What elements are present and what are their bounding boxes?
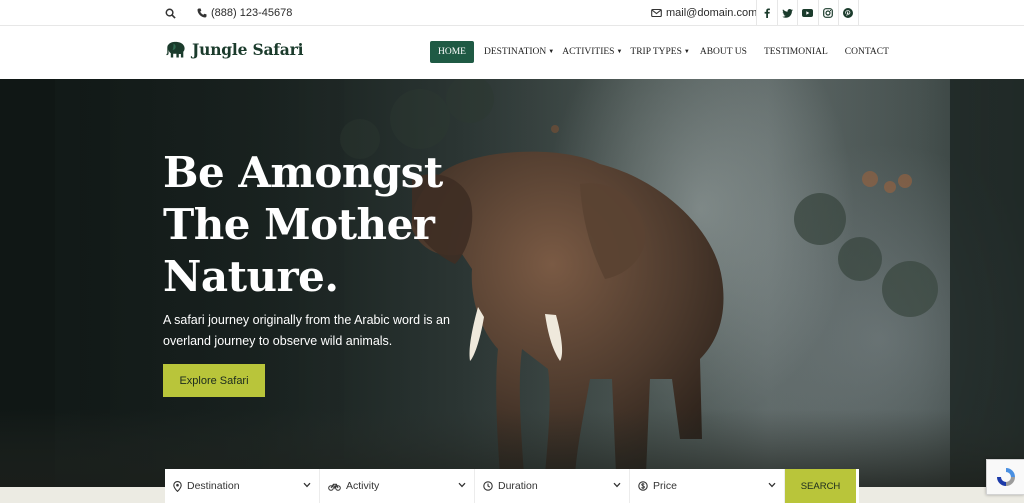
duration-label: Duration	[498, 480, 538, 492]
hero-title: Be Amongst The Mother Nature.	[163, 147, 483, 303]
nav-item-trip-types[interactable]: Trip Types ▼	[630, 47, 689, 57]
bicycle-icon	[328, 483, 341, 491]
chevron-down-icon	[303, 482, 311, 488]
caret-down-icon: ▼	[683, 49, 690, 55]
destination-label: Destination	[187, 480, 240, 492]
facebook-icon[interactable]	[756, 0, 777, 26]
hero-title-line: The Mother	[163, 200, 435, 249]
nav-item-label: Destination	[483, 47, 547, 57]
activity-label: Activity	[346, 480, 380, 492]
price-select[interactable]: Price	[630, 469, 785, 503]
caret-down-icon: ▼	[616, 49, 623, 55]
recaptcha-badge[interactable]	[986, 459, 1024, 495]
chevron-down-icon	[613, 482, 621, 488]
search-icon[interactable]	[160, 0, 180, 26]
nav-item-label: Contact	[844, 47, 889, 57]
email-link[interactable]: mail@domain.com	[651, 0, 757, 26]
caret-down-icon: ▼	[548, 49, 555, 55]
top-bar: (888) 123-45678 mail@domain.com	[0, 0, 1024, 26]
phone-link[interactable]: (888) 123-45678	[197, 0, 292, 26]
nav-item-label: About Us	[699, 47, 747, 57]
hero-subtitle: A safari journey originally from the Ara…	[163, 313, 450, 348]
main-nav: Home Destination ▼ Activities ▼ Trip Types…	[430, 41, 889, 63]
destination-select[interactable]: Destination	[165, 469, 320, 503]
search-button[interactable]: SEARCH	[785, 469, 856, 503]
activity-select[interactable]: Activity	[320, 469, 475, 503]
pinterest-icon[interactable]	[838, 0, 859, 26]
site-logo[interactable]: Jungle Safari	[165, 40, 303, 59]
trip-search-bar: Destination Activity Duration Price SEAR…	[165, 469, 859, 503]
nav-item-testimonial[interactable]: Testimonial	[764, 47, 828, 57]
elephant-forest-image	[0, 79, 1024, 503]
logo-text: Jungle Safari	[192, 40, 304, 59]
nav-item-label: Home	[438, 47, 466, 57]
nav-item-about-us[interactable]: About Us	[700, 47, 747, 57]
nav-item-contact[interactable]: Contact	[845, 47, 889, 57]
hero-banner: Be Amongst The Mother Nature. A safari j…	[0, 79, 1024, 503]
phone-number: (888) 123-45678	[211, 7, 293, 19]
social-links	[756, 0, 859, 26]
nav-item-label: Trip Types	[630, 47, 682, 57]
map-pin-icon	[173, 480, 182, 492]
youtube-icon[interactable]	[797, 0, 818, 26]
nav-item-destination[interactable]: Destination ▼	[484, 47, 554, 57]
price-tag-icon	[638, 481, 648, 491]
explore-safari-button[interactable]: Explore Safari	[163, 364, 265, 397]
nav-item-label: Activities	[562, 47, 615, 57]
chevron-down-icon	[458, 482, 466, 488]
chevron-down-icon	[768, 482, 776, 488]
elephant-logo-icon	[166, 41, 185, 57]
nav-item-label: Testimonial	[763, 47, 828, 57]
hero-title-line: Be Amongst	[163, 148, 443, 197]
price-label: Price	[653, 480, 677, 492]
hero-title-line: Nature.	[163, 252, 339, 301]
envelope-icon	[651, 8, 662, 18]
nav-item-home[interactable]: Home	[430, 41, 474, 63]
clock-icon	[483, 481, 493, 491]
site-header: Jungle Safari Home Destination ▼ Activiti…	[0, 26, 1024, 79]
phone-icon	[197, 8, 207, 18]
twitter-icon[interactable]	[776, 0, 798, 26]
recaptcha-icon	[997, 468, 1015, 486]
duration-select[interactable]: Duration	[475, 469, 630, 503]
instagram-icon[interactable]	[817, 0, 839, 26]
email-address: mail@domain.com	[666, 7, 758, 19]
nav-item-activities[interactable]: Activities ▼	[562, 47, 622, 57]
